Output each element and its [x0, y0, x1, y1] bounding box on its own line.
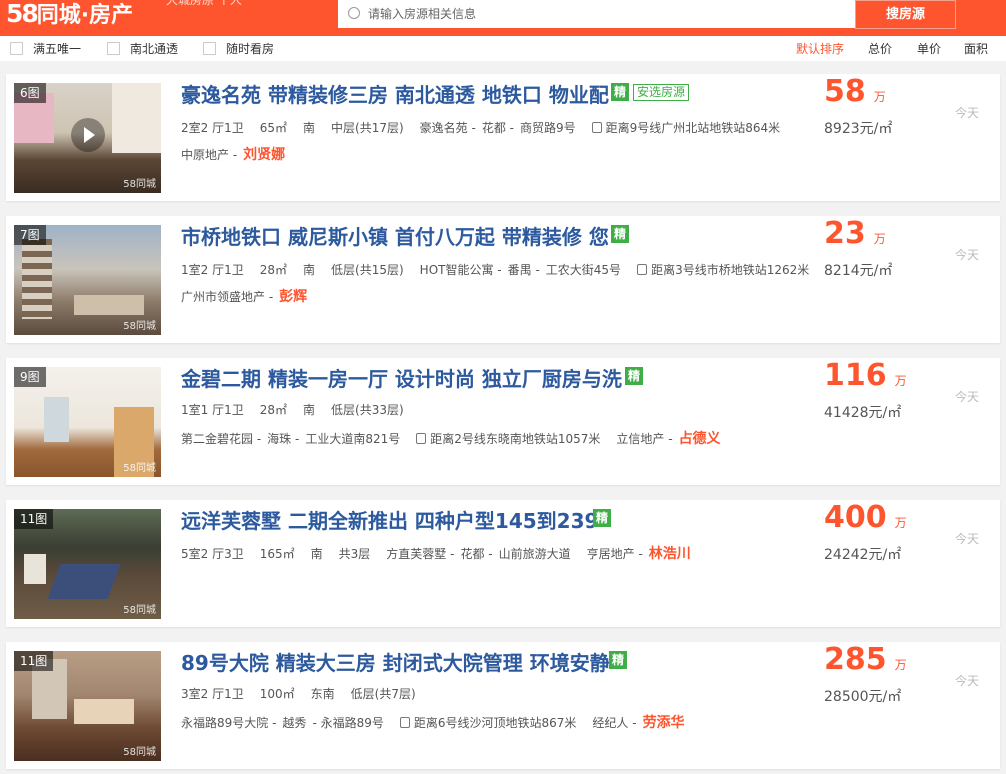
armchair — [24, 554, 46, 584]
listing-card[interactable]: 11图 58同城 远洋芙蓉墅 二期全新推出 四种户型145到239 精 5室2 … — [6, 500, 1000, 627]
listing-details: 5室2 厅3卫 165㎡南共3层 方直芙蓉墅 - 花都 - 山前旅游大道 亨居地产 - 林浩… — [181, 546, 691, 562]
total-price: 58 万 — [824, 74, 886, 109]
checkbox[interactable] — [203, 42, 216, 55]
listing-address-line: 第二金碧花园 - 海珠 - 工业大道南821号 距离2号线东晓南地铁站1057米 立信地… — [181, 431, 721, 447]
agent-name[interactable]: 刘贤娜 — [243, 147, 285, 163]
listing-photo[interactable]: 11图 58同城 — [14, 651, 161, 761]
top-header: 58同城·房产 大城房原 个人 搜房源 — [0, 0, 1006, 36]
watermark: 58同城 — [123, 747, 156, 758]
featured-badge: 精 — [625, 367, 643, 385]
unit-price: 24242元/㎡ — [824, 547, 902, 563]
photo-count: 11图 — [14, 651, 54, 671]
post-time: 今天 — [955, 390, 980, 404]
sort-unit-price[interactable]: 单价 — [917, 40, 941, 57]
sofa — [74, 699, 134, 724]
staircase — [22, 239, 52, 319]
verified-badge: 安选房源 — [633, 84, 690, 101]
door — [44, 397, 69, 442]
sort-total-price[interactable]: 总价 — [868, 40, 892, 57]
photo-count: 11图 — [14, 509, 54, 529]
listing-card[interactable]: 7图 58同城 市桥地铁口 威尼斯小镇 首付八万起 带精装修 您 精 1室2 厅… — [6, 216, 1000, 343]
listing-card[interactable]: 6图 58同城 豪逸名苑 带精装修三房 南北通透 地铁口 物业配 精 安选房源 … — [6, 74, 1000, 201]
photo-count: 6图 — [14, 83, 46, 103]
search-input[interactable] — [368, 3, 838, 25]
listing-title[interactable]: 远洋芙蓉墅 二期全新推出 四种户型145到239 — [181, 505, 598, 534]
filter-nan-bei-tong-tou[interactable]: 南北通透 — [107, 40, 178, 57]
checkbox[interactable] — [10, 42, 23, 55]
listing-title[interactable]: 市桥地铁口 威尼斯小镇 首付八万起 带精装修 您 — [181, 221, 609, 250]
listing-title[interactable]: 89号大院 精装大三房 封闭式大院管理 环境安静 — [181, 647, 610, 676]
unit-price: 8214元/㎡ — [824, 263, 893, 279]
featured-badge: 精 — [593, 509, 611, 527]
search-box — [338, 0, 855, 28]
sort-area[interactable]: 面积 — [964, 40, 988, 57]
site-logo[interactable]: 58同城·房产 — [6, 0, 133, 30]
agent-name[interactable]: 占德义 — [679, 431, 721, 447]
photo-count: 9图 — [14, 367, 46, 387]
checkbox[interactable] — [107, 42, 120, 55]
listing-details: 1室2 厅1卫 28㎡南低层(共15层) HOT智能公寓 - 番禺 - 工农大街45号距… — [181, 263, 810, 277]
post-time: 今天 — [955, 106, 980, 120]
search-icon — [348, 7, 360, 19]
subway-icon — [416, 433, 427, 444]
filter-bar: 满五唯一 南北通透 随时看房 默认排序 总价 单价 面积 — [0, 36, 1006, 61]
listing-details: 1室1 厅1卫 28㎡南低层(共33层) — [181, 403, 404, 417]
listing-address-line: 永福路89号大院 - 越秀 - 永福路89号 距离6号线沙河顶地铁站867米 经纪人 -… — [181, 715, 685, 731]
total-price: 23 万 — [824, 216, 886, 251]
post-time: 今天 — [955, 248, 980, 262]
listing-photo[interactable]: 11图 58同城 — [14, 509, 161, 619]
listing-title[interactable]: 豪逸名苑 带精装修三房 南北通透 地铁口 物业配 — [181, 79, 609, 108]
filter-man-wu-wei-yi[interactable]: 满五唯一 — [10, 40, 81, 57]
listing-photo[interactable]: 9图 58同城 — [14, 367, 161, 477]
window — [112, 83, 161, 153]
agent-name[interactable]: 彭辉 — [279, 289, 307, 305]
unit-price: 28500元/㎡ — [824, 689, 902, 705]
listing-agent-line: 广州市领盛地产 - 彭辉 — [181, 289, 308, 305]
unit-price: 8923元/㎡ — [824, 121, 893, 137]
total-price: 285 万 — [824, 642, 907, 677]
watermark: 58同城 — [123, 179, 156, 190]
listing-card[interactable]: 9图 58同城 金碧二期 精装一房一厅 设计时尚 独立厂厨房与洗 精 1室1 厅… — [6, 358, 1000, 485]
total-price: 116 万 — [824, 358, 907, 393]
listing-photo[interactable]: 7图 58同城 — [14, 225, 161, 335]
total-price: 400 万 — [824, 500, 907, 535]
video-play-icon[interactable] — [71, 118, 105, 152]
agent-name[interactable]: 劳添华 — [643, 715, 685, 731]
category-tab[interactable]: 大城房原 个人 — [166, 0, 338, 8]
featured-badge: 精 — [611, 225, 629, 243]
listing-agent-line: 中原地产 - 刘贤娜 — [181, 147, 286, 163]
featured-badge: 精 — [609, 651, 627, 669]
listing-card[interactable]: 11图 58同城 89号大院 精装大三房 封闭式大院管理 环境安静 精 3室2 … — [6, 642, 1000, 769]
watermark: 58同城 — [123, 463, 156, 474]
filter-sui-shi-kan-fang[interactable]: 随时看房 — [203, 40, 274, 57]
subway-icon — [591, 122, 602, 133]
listing-title[interactable]: 金碧二期 精装一房一厅 设计时尚 独立厂厨房与洗 — [181, 363, 622, 392]
rug — [47, 564, 121, 599]
subway-icon — [399, 717, 410, 728]
watermark: 58同城 — [123, 321, 156, 332]
watermark: 58同城 — [123, 605, 156, 616]
sofa — [74, 295, 144, 315]
listing-details: 2室2 厅1卫 65㎡南中层(共17层) 豪逸名苑 - 花都 - 商贸路9号 距离9号线广… — [181, 121, 781, 135]
subway-icon — [637, 264, 648, 275]
listing-photo[interactable]: 6图 58同城 — [14, 83, 161, 193]
unit-price: 41428元/㎡ — [824, 405, 902, 421]
featured-badge: 精 — [611, 83, 629, 101]
photo-count: 7图 — [14, 225, 46, 245]
agent-name[interactable]: 林浩川 — [649, 546, 691, 562]
sort-default[interactable]: 默认排序 — [796, 40, 844, 57]
search-button[interactable]: 搜房源 — [855, 0, 956, 29]
post-time: 今天 — [955, 674, 980, 688]
listing-details: 3室2 厅1卫 100㎡ 东南 低层(共7层) — [181, 687, 416, 701]
post-time: 今天 — [955, 532, 980, 546]
